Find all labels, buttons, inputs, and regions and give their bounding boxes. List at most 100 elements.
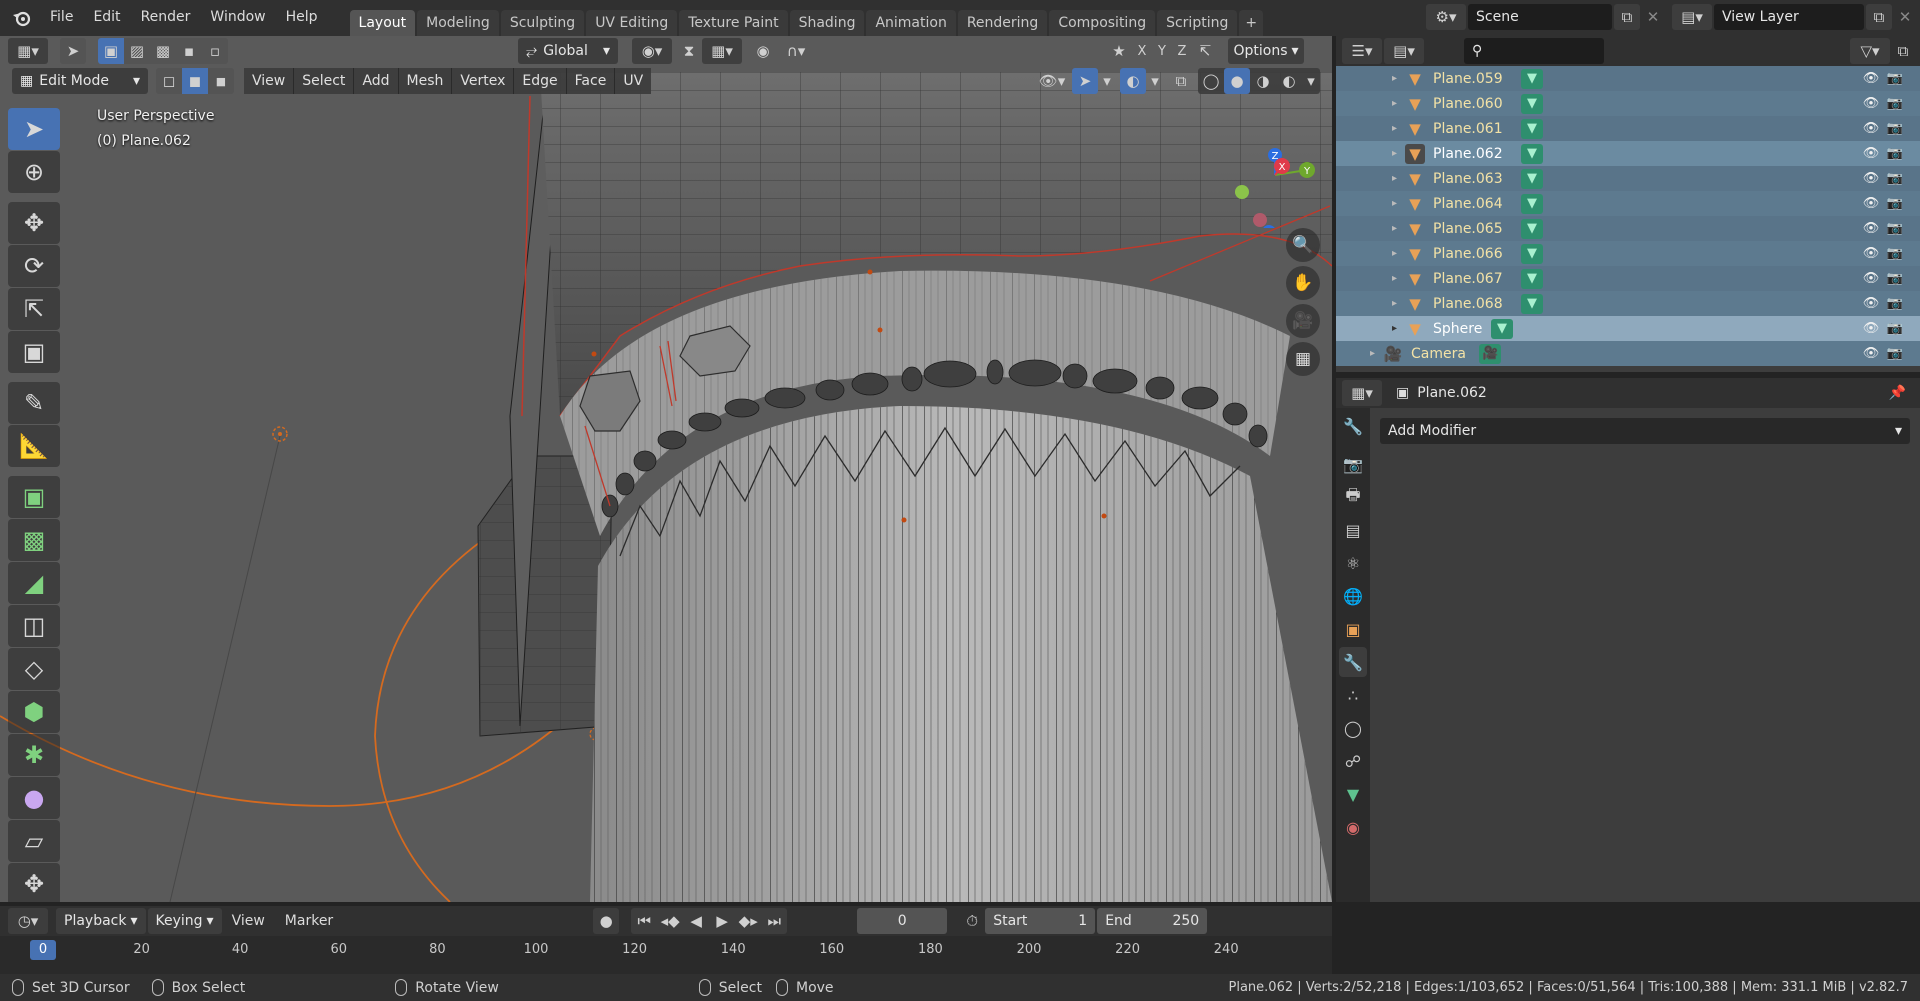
xray-toggle-icon[interactable]: ⧉	[1168, 68, 1194, 94]
expand-arrow-icon[interactable]: ▸	[1392, 298, 1397, 309]
playback-dropdown[interactable]: Playback ▾	[56, 908, 146, 934]
outliner-item[interactable]: ▸ ▼ Plane.061 ▼ 👁 📷	[1336, 116, 1920, 141]
ortho-grid-icon[interactable]: ▦	[1286, 342, 1320, 376]
start-frame-field[interactable]: Start 1	[985, 908, 1096, 934]
menu-face[interactable]: Face	[566, 68, 616, 94]
render-tab-icon[interactable]: 📷	[1339, 449, 1367, 479]
eye-icon[interactable]: 👁	[1862, 95, 1880, 113]
measure-tool-icon[interactable]: 📐	[8, 425, 60, 467]
tab-layout[interactable]: Layout	[349, 10, 416, 36]
delete-view-layer-icon[interactable]: ✕	[1892, 4, 1918, 30]
menu-uv[interactable]: UV	[615, 68, 652, 94]
outliner-item[interactable]: ▸ ▼ Plane.063 ▼ 👁 📷	[1336, 166, 1920, 191]
select-difference-icon[interactable]: ▪	[176, 38, 202, 64]
current-frame-field[interactable]: 0	[857, 908, 948, 934]
mesh-data-icon[interactable]: ▼	[1521, 293, 1544, 314]
camera-render-icon[interactable]: 📷	[1886, 295, 1904, 313]
camera-view-icon[interactable]: 🎥	[1286, 304, 1320, 338]
view-layer-icon[interactable]: ▤▾	[1672, 4, 1712, 30]
menu-help[interactable]: Help	[276, 0, 328, 36]
play-icon[interactable]: ▶	[709, 908, 735, 934]
tab-sculpting[interactable]: Sculpting	[500, 10, 585, 36]
eye-icon[interactable]: 👁	[1862, 120, 1880, 138]
face-select-icon[interactable]: ◾	[208, 68, 234, 94]
outliner-item[interactable]: ▸ ▼ Plane.066 ▼ 👁 📷	[1336, 241, 1920, 266]
physics-tab-icon[interactable]: ◯	[1339, 713, 1367, 743]
bevel-tool-icon[interactable]: ◢	[8, 562, 60, 604]
mesh-data-icon[interactable]: ▼	[1521, 168, 1544, 189]
pan-hand-icon[interactable]: ✋	[1286, 266, 1320, 300]
navigation-gizmo[interactable]: Z X Y	[1220, 118, 1330, 228]
edge-select-icon[interactable]: ◼	[182, 68, 208, 94]
camera-data-icon[interactable]: 🎥	[1479, 343, 1502, 364]
annotate-tool-icon[interactable]: ✎	[8, 382, 60, 424]
shading-dropdown-icon[interactable]: ▾	[1302, 68, 1320, 94]
expand-arrow-icon[interactable]: ▸	[1392, 273, 1397, 284]
outliner-item[interactable]: ▸ ▼ Plane.065 ▼ 👁 📷	[1336, 216, 1920, 241]
add-workspace-button[interactable]: +	[1239, 10, 1264, 36]
next-keyframe-icon[interactable]: ◆▸	[735, 908, 761, 934]
rip-tool-icon[interactable]: ✥	[8, 863, 60, 902]
view-layer-tab-icon[interactable]: ▤	[1339, 515, 1367, 545]
shear-tool-icon[interactable]: ▱	[8, 820, 60, 862]
jump-end-icon[interactable]: ⏭	[761, 908, 787, 934]
expand-arrow-icon[interactable]: ▸	[1392, 198, 1397, 209]
overlays-dropdown-icon[interactable]: ▾	[1146, 68, 1164, 94]
smooth-tool-icon[interactable]: ●	[8, 777, 60, 819]
camera-render-icon[interactable]: 📷	[1886, 70, 1904, 88]
expand-arrow-icon[interactable]: ▸	[1392, 223, 1397, 234]
tab-modeling[interactable]: Modeling	[417, 10, 499, 36]
data-tab-icon[interactable]: ▼	[1339, 779, 1367, 809]
expand-arrow-icon[interactable]: ▸	[1392, 123, 1397, 134]
camera-render-icon[interactable]: 📷	[1886, 195, 1904, 213]
select-intersect-icon[interactable]: ▫	[202, 38, 228, 64]
constraints-tab-icon[interactable]: ☍	[1339, 746, 1367, 776]
move-tool-icon[interactable]: ✥	[8, 202, 60, 244]
blender-logo-icon[interactable]	[8, 5, 34, 31]
camera-render-icon[interactable]: 📷	[1886, 145, 1904, 163]
expand-arrow-icon[interactable]: ▸	[1392, 173, 1397, 184]
cursor-tool-icon[interactable]: ⊕	[8, 151, 60, 193]
tab-compositing[interactable]: Compositing	[1049, 10, 1156, 36]
camera-render-icon[interactable]: 📷	[1886, 120, 1904, 138]
expand-arrow-icon[interactable]: ▸	[1392, 323, 1397, 334]
expand-arrow-icon[interactable]: ▸	[1392, 73, 1397, 84]
tab-animation[interactable]: Animation	[866, 10, 956, 36]
vertex-select-icon[interactable]: ◻	[156, 68, 182, 94]
mesh-data-icon[interactable]: ▼	[1521, 68, 1544, 89]
scene-name-field[interactable]: Scene	[1468, 4, 1612, 30]
tool-tab-icon[interactable]: 🔧	[1339, 411, 1367, 441]
new-view-layer-icon[interactable]: ⧉	[1866, 4, 1892, 30]
poly-build-tool-icon[interactable]: ⬢	[8, 691, 60, 733]
outliner-item-selected[interactable]: ▸ ▼ Sphere ▼ 👁 📷	[1336, 316, 1920, 341]
mesh-data-icon[interactable]: ▼	[1521, 268, 1544, 289]
rotate-tool-icon[interactable]: ⟳	[8, 245, 60, 287]
outliner-editor-icon[interactable]: ☰▾	[1342, 38, 1382, 64]
record-icon[interactable]: ●	[593, 908, 620, 934]
eye-icon[interactable]: 👁	[1862, 170, 1880, 188]
object-tab-icon[interactable]: ▣	[1339, 614, 1367, 644]
3d-viewport[interactable]: ▦▾ ➤ ▣ ▨ ▩ ▪ ▫ ⥂ Global ▾ ◉▾ ⧗ ▦▾ ◉ ∩▾ ★…	[0, 36, 1332, 902]
menu-view[interactable]: View	[244, 68, 295, 94]
snap-toggle-icon[interactable]: ⧗	[676, 38, 702, 64]
eye-icon[interactable]: 👁	[1862, 145, 1880, 163]
timeline-marker-menu[interactable]: Marker	[275, 906, 343, 936]
outliner-item[interactable]: ▸ 🎥 Camera 🎥 👁 📷	[1336, 341, 1920, 366]
loop-cut-tool-icon[interactable]: ◫	[8, 605, 60, 647]
delete-scene-icon[interactable]: ✕	[1640, 4, 1666, 30]
pivot-point-icon[interactable]: ◉▾	[632, 38, 672, 64]
mesh-data-icon[interactable]: ▼	[1521, 93, 1544, 114]
menu-mesh[interactable]: Mesh	[398, 68, 453, 94]
expand-arrow-icon[interactable]: ▸	[1392, 248, 1397, 259]
select-new-icon[interactable]: ▣	[98, 38, 124, 64]
timeline-ruler[interactable]: 0 20 40 60 80 100 120 140 160 180 200 220 240	[0, 936, 1332, 974]
options-dropdown[interactable]: Options ▾	[1228, 38, 1304, 64]
gizmo-dropdown-icon[interactable]: ▾	[1098, 68, 1116, 94]
outliner-search-input[interactable]: ⚲	[1464, 38, 1604, 64]
eye-icon[interactable]: 👁	[1862, 220, 1880, 238]
outliner-item[interactable]: ▸ ▼ Plane.067 ▼ 👁 📷	[1336, 266, 1920, 291]
falloff-icon[interactable]: ∩▾	[776, 38, 816, 64]
tab-uv-editing[interactable]: UV Editing	[586, 10, 678, 36]
auto-merge-icon[interactable]: ↸	[1192, 38, 1218, 64]
material-shading-icon[interactable]: ◑	[1250, 68, 1276, 94]
